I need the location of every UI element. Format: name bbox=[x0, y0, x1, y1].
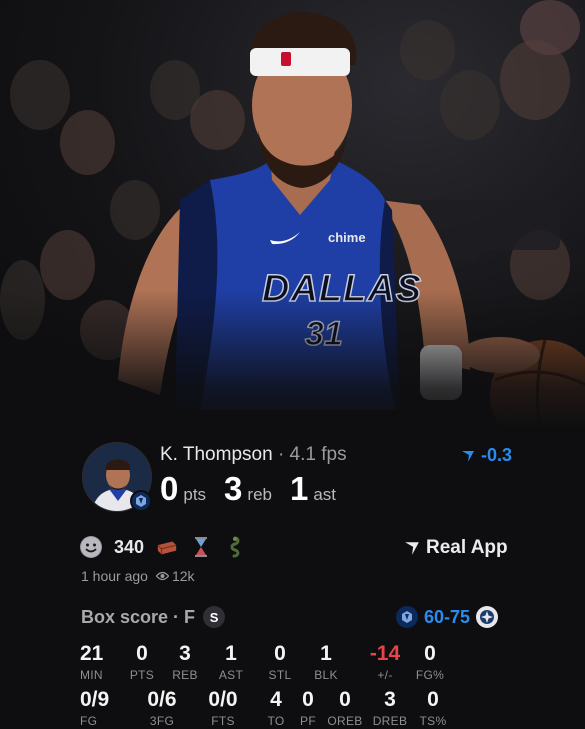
stat-label: TO bbox=[267, 714, 285, 728]
box-score-title: Box score · F bbox=[81, 606, 196, 627]
stat-label: STL bbox=[268, 668, 292, 682]
stat-value: 0 bbox=[136, 642, 148, 665]
photo-fade bbox=[0, 290, 585, 430]
stat-cell: 1 BLK bbox=[311, 642, 341, 682]
stat-label: AST bbox=[218, 668, 244, 682]
stat-cell: 0 STL bbox=[265, 642, 295, 682]
stat-label: TS% bbox=[419, 714, 447, 728]
stat-value: 0 bbox=[339, 688, 351, 711]
stat-assists-value: 1 bbox=[289, 470, 309, 507]
stat-cell: 3 DREB bbox=[370, 688, 410, 728]
stat-cell: 0 OREB bbox=[325, 688, 365, 728]
stat-label: FG bbox=[80, 714, 98, 728]
mavericks-logo-icon bbox=[130, 490, 152, 512]
box-score-header[interactable]: Box score · F S bbox=[81, 606, 226, 628]
eye-icon bbox=[155, 571, 169, 581]
stat-label: PTS bbox=[129, 668, 155, 682]
stat-value: 1 bbox=[320, 642, 332, 665]
view-count: 12k bbox=[171, 568, 195, 584]
player-name-line[interactable]: K. Thompson · 4.1 fps bbox=[160, 444, 347, 466]
reaction-count: 340 bbox=[114, 536, 145, 557]
stat-value: 0 bbox=[274, 642, 286, 665]
stat-value: 21 bbox=[80, 642, 104, 665]
stat-points-unit: pts bbox=[183, 485, 207, 504]
s-badge: S bbox=[203, 606, 226, 628]
stat-label: FG% bbox=[415, 668, 445, 682]
stat-cell: 0 PF bbox=[296, 688, 320, 728]
stat-label: +/- bbox=[377, 668, 393, 682]
score-value: 60-75 bbox=[424, 606, 471, 627]
real-app-label: Real App bbox=[426, 537, 508, 558]
fantasy-points: 4.1 fps bbox=[289, 444, 347, 465]
name-separator: · bbox=[277, 444, 285, 465]
post-meta: 1 hour ago 12k bbox=[81, 568, 195, 584]
brick-icon[interactable] bbox=[156, 536, 178, 558]
stat-cell: 1 AST bbox=[216, 642, 246, 682]
stat-cell: 3 REB bbox=[170, 642, 200, 682]
stat-value: 3 bbox=[179, 642, 191, 665]
stat-label: PF bbox=[300, 714, 316, 728]
stat-value: 0 bbox=[302, 688, 314, 711]
stat-value: 0 bbox=[424, 642, 436, 665]
stat-value: 0/6 bbox=[147, 688, 177, 711]
player-stat-line: 0 pts 3 reb 1 ast bbox=[160, 470, 354, 508]
stat-cell: 0 TS% bbox=[416, 688, 450, 728]
opponent-logo-icon bbox=[476, 606, 499, 628]
stat-label: BLK bbox=[314, 668, 338, 682]
smile-icon[interactable] bbox=[80, 536, 102, 558]
game-score[interactable]: 60-75 bbox=[396, 606, 499, 628]
real-logo-icon bbox=[405, 542, 419, 555]
stat-cell: 0 FG% bbox=[412, 642, 448, 682]
real-logo-icon bbox=[461, 450, 474, 462]
real-app-link[interactable]: Real App bbox=[404, 537, 508, 559]
reaction-bar[interactable]: 340 bbox=[80, 536, 246, 558]
player-photo: chime DALLAS 31 bbox=[0, 0, 585, 430]
stat-value: 0/9 bbox=[80, 688, 110, 711]
stat-cell: 0/6 3FG bbox=[140, 688, 184, 728]
delta-value: -0.3 bbox=[480, 445, 512, 465]
stat-cell: 21 MIN bbox=[80, 642, 110, 682]
prediction-delta[interactable]: -0.3 bbox=[461, 445, 512, 466]
stat-label: DREB bbox=[372, 714, 408, 728]
player-name[interactable]: K. Thompson bbox=[160, 444, 273, 465]
post-time: 1 hour ago bbox=[81, 568, 148, 584]
stat-label: FTS bbox=[211, 714, 235, 728]
stat-label: 3FG bbox=[149, 714, 175, 728]
hourglass-icon[interactable] bbox=[190, 536, 212, 558]
stat-cell: 0 PTS bbox=[127, 642, 157, 682]
stat-label: OREB bbox=[327, 714, 363, 728]
stat-label: REB bbox=[172, 668, 198, 682]
stat-value: 3 bbox=[384, 688, 396, 711]
stat-cell: 0/0 FTS bbox=[201, 688, 245, 728]
stat-cell: -14 +/- bbox=[362, 642, 408, 682]
stat-value: 1 bbox=[225, 642, 237, 665]
jersey-sponsor: chime bbox=[328, 230, 366, 245]
stat-label: MIN bbox=[80, 668, 103, 682]
stat-value: 0 bbox=[427, 688, 439, 711]
stat-value: 4 bbox=[270, 688, 282, 711]
stat-rebounds-value: 3 bbox=[224, 470, 243, 507]
stat-cell: 4 TO bbox=[264, 688, 288, 728]
stat-points-value: 0 bbox=[160, 470, 179, 507]
snake-icon[interactable] bbox=[224, 536, 246, 558]
stat-rebounds-unit: reb bbox=[247, 485, 272, 504]
stat-value: -14 bbox=[369, 642, 401, 665]
stat-value: 0/0 bbox=[208, 688, 238, 711]
mavericks-logo-icon bbox=[396, 606, 418, 628]
stat-cell: 0/9 FG bbox=[80, 688, 120, 728]
stat-assists-unit: ast bbox=[313, 485, 337, 504]
